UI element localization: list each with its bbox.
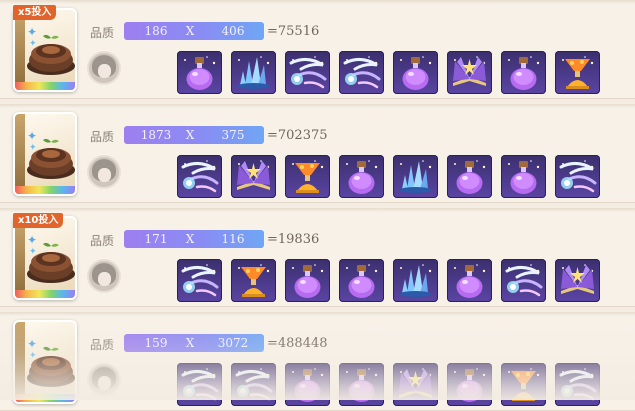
multiplier-value: 406 (221, 24, 245, 38)
wind-icon[interactable] (285, 51, 330, 94)
character-avatar-icon[interactable] (87, 363, 121, 397)
potion-purple-icon[interactable] (447, 155, 492, 198)
wind-icon[interactable] (339, 51, 384, 94)
potion-orange-icon[interactable] (555, 51, 600, 94)
investment-badge: x10投入 (13, 213, 64, 228)
rarity-strip (15, 82, 75, 90)
avatar-face (98, 168, 111, 182)
avatar-face (98, 376, 111, 390)
quality-formula: 159 X 3072 (124, 334, 264, 352)
cake-icon[interactable]: ✦ ✦ (13, 320, 77, 404)
potion-purple-icon[interactable] (447, 259, 492, 302)
potion-orange-icon[interactable] (285, 155, 330, 198)
quality-formula: 1873 X 375 (124, 126, 264, 144)
quality-value: 159 (144, 336, 168, 350)
quality-value: 186 (144, 24, 168, 38)
cake-illustration (27, 346, 75, 387)
quality-formula: 186 X 406 (124, 22, 264, 40)
wind-icon[interactable] (177, 155, 222, 198)
recipe-row[interactable]: ✦ ✦ 品质 159 X 3072 =488448 (0, 312, 635, 411)
quality-label: 品质 (90, 130, 115, 144)
potion-purple-icon[interactable] (393, 51, 438, 94)
multiplier-value: 3072 (217, 336, 249, 350)
wind-icon[interactable] (501, 259, 546, 302)
quality-value: 171 (144, 232, 168, 246)
cake-icon[interactable]: ✦ ✦ (13, 112, 77, 196)
book-icon[interactable] (555, 259, 600, 302)
character-avatar-icon[interactable] (87, 155, 121, 189)
multiplier-value: 375 (221, 128, 245, 142)
quality-result: =19836 (267, 232, 320, 247)
rarity-strip (15, 290, 75, 298)
quality-result: =702375 (267, 128, 328, 143)
potion-orange-icon[interactable] (231, 259, 276, 302)
quality-label: 品质 (90, 338, 115, 352)
cake-illustration (27, 242, 75, 283)
book-icon[interactable] (231, 155, 276, 198)
cake-illustration (27, 34, 75, 75)
character-avatar-icon[interactable] (87, 259, 121, 293)
wind-icon[interactable] (555, 155, 600, 198)
quality-formula: 171 X 116 (124, 230, 264, 248)
quality-label: 品质 (90, 234, 115, 248)
recipe-row[interactable]: ✦ ✦ x10投入品质 171 X 116 =19836 (0, 208, 635, 307)
crystal-icon[interactable] (393, 259, 438, 302)
potion-purple-icon[interactable] (339, 155, 384, 198)
multiply-sign: X (185, 232, 195, 246)
rarity-strip (15, 394, 75, 402)
cake-icon[interactable]: ✦ ✦ (13, 216, 77, 300)
avatar-face (98, 272, 111, 286)
multiply-sign: X (185, 128, 195, 142)
quality-label: 品质 (90, 26, 115, 40)
quality-value: 1873 (140, 128, 172, 142)
cake-illustration (27, 138, 75, 179)
crystal-icon[interactable] (231, 51, 276, 94)
potion-purple-icon[interactable] (339, 259, 384, 302)
potion-purple-icon[interactable] (501, 51, 546, 94)
recipe-row[interactable]: ✦ ✦ 品质 1873 X 375 =702375 (0, 104, 635, 203)
book-icon[interactable] (447, 51, 492, 94)
cake-icon[interactable]: ✦ ✦ (13, 8, 77, 92)
character-avatar-icon[interactable] (87, 51, 121, 85)
multiply-sign: X (185, 24, 195, 38)
investment-badge: x5投入 (13, 5, 57, 20)
recipe-row[interactable]: ✦ ✦ x5投入品质 186 X 406 =75516 (0, 0, 635, 99)
multiplier-value: 116 (221, 232, 245, 246)
multiply-sign: X (185, 336, 195, 350)
avatar-face (98, 64, 111, 78)
quality-result: =488448 (267, 336, 328, 351)
potion-purple-icon[interactable] (177, 51, 222, 94)
wind-icon[interactable] (177, 259, 222, 302)
quality-result: =75516 (267, 24, 320, 39)
potion-purple-icon[interactable] (285, 259, 330, 302)
crystal-icon[interactable] (393, 155, 438, 198)
rarity-strip (15, 186, 75, 194)
potion-purple-icon[interactable] (501, 155, 546, 198)
